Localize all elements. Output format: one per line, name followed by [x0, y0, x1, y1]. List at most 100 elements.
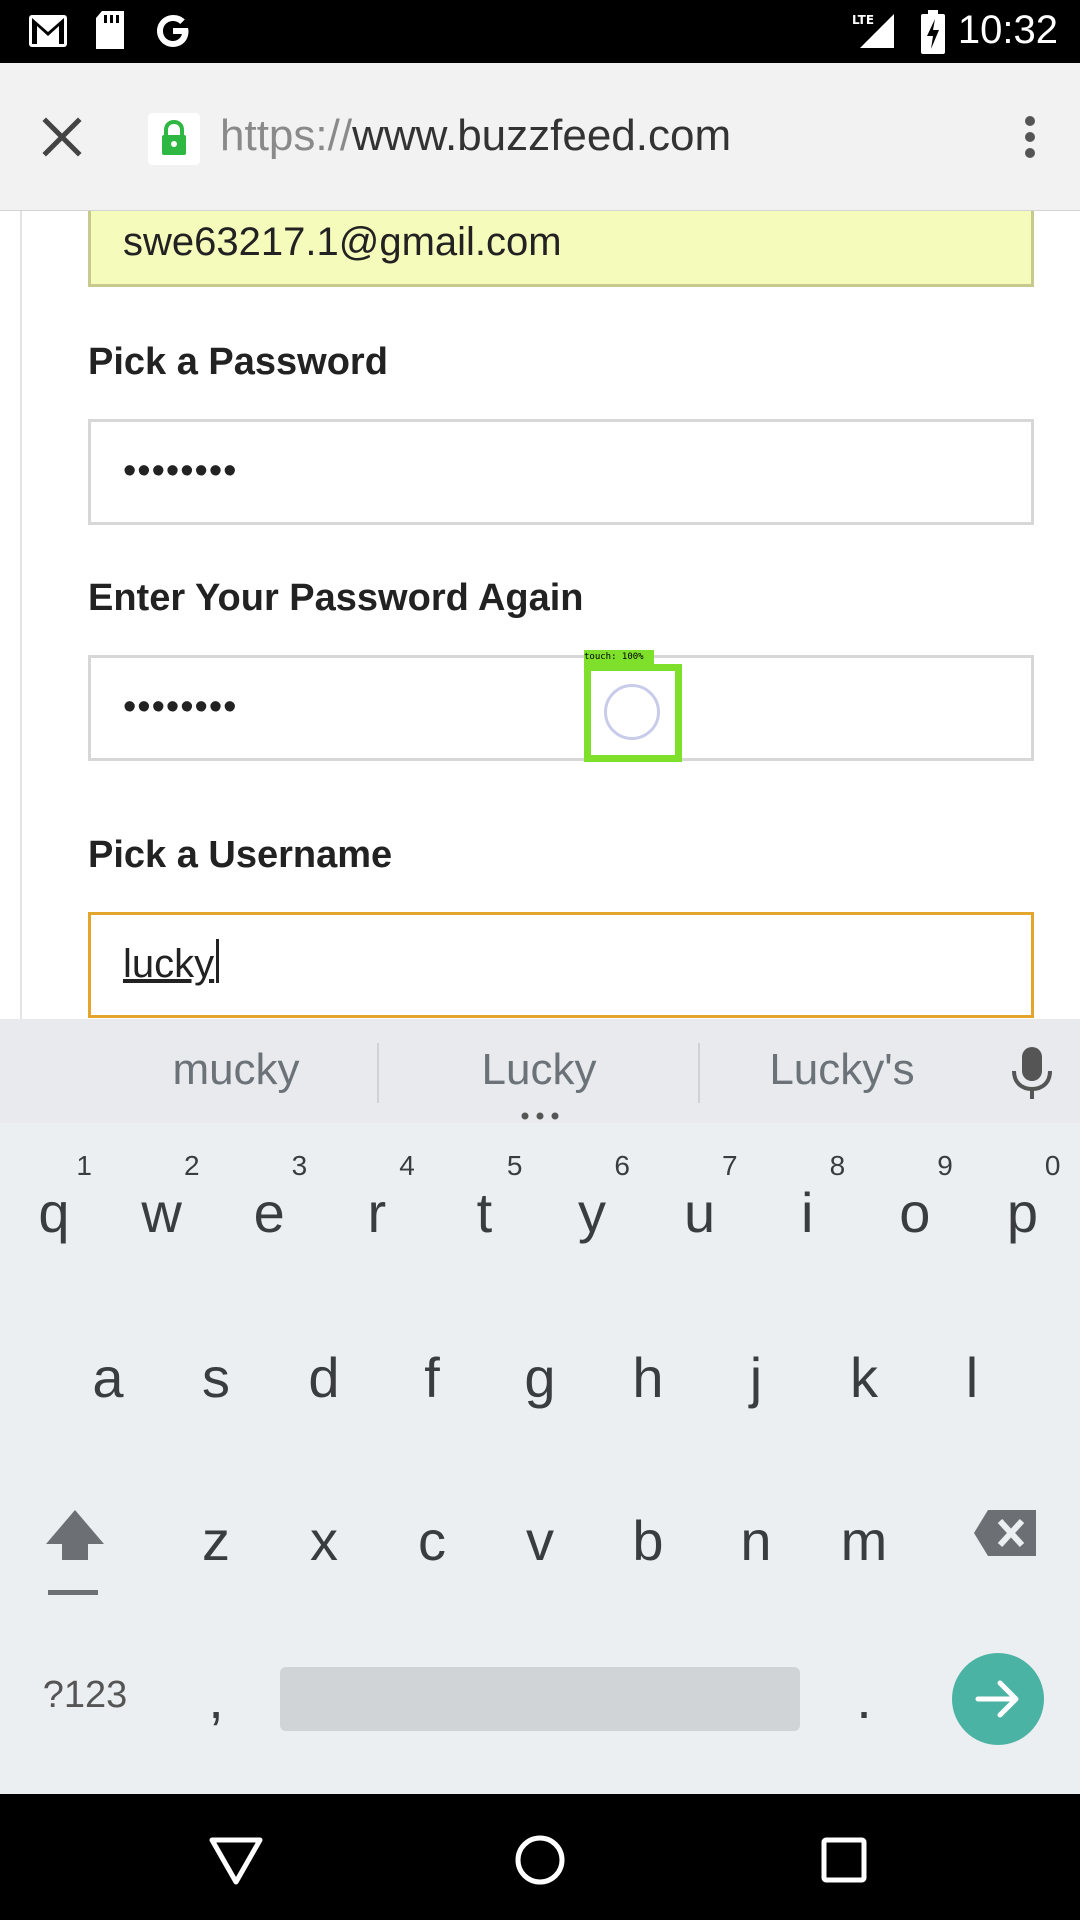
key-hint-number: 5 [506, 1150, 523, 1181]
key-hint-number: 3 [291, 1150, 308, 1181]
key-letter: l [965, 1346, 979, 1409]
gmail-icon [29, 15, 67, 47]
key-letter: a [92, 1346, 124, 1409]
close-icon[interactable] [40, 115, 84, 159]
key-y[interactable]: 6y [542, 1140, 642, 1290]
username-value: lucky [123, 939, 220, 987]
url-host: www.buzzfeed.com [352, 111, 732, 160]
key-k[interactable]: k [814, 1305, 914, 1455]
key-letter: c [418, 1509, 446, 1572]
home-icon[interactable] [510, 1830, 570, 1890]
key-g[interactable]: g [490, 1305, 590, 1455]
key-letter: h [632, 1346, 664, 1409]
key-d[interactable]: d [274, 1305, 374, 1455]
suggestion-3[interactable]: Lucky's [692, 1045, 992, 1095]
key-p[interactable]: 0p [972, 1140, 1072, 1290]
key-n[interactable]: n [706, 1468, 806, 1618]
comma-key[interactable]: , [166, 1626, 266, 1776]
microphone-icon[interactable] [1008, 1045, 1056, 1101]
key-m[interactable]: m [814, 1468, 914, 1618]
touch-indicator-circle [604, 684, 660, 740]
secure-connection-badge[interactable] [148, 113, 200, 165]
key-letter: x [310, 1509, 338, 1572]
email-field[interactable]: swe63217.1@gmail.com [88, 211, 1034, 287]
google-icon [157, 15, 189, 47]
username-field[interactable]: lucky [88, 912, 1034, 1018]
key-b[interactable]: b [598, 1468, 698, 1618]
password-again-label: Enter Your Password Again [88, 577, 584, 619]
key-hint-number: 9 [937, 1150, 953, 1181]
key-e[interactable]: 3e [219, 1140, 319, 1290]
key-u[interactable]: 7u [650, 1140, 750, 1290]
key-letter: b [632, 1509, 664, 1572]
key-t[interactable]: 5t [434, 1140, 534, 1290]
key-a[interactable]: a [58, 1305, 158, 1455]
recents-icon[interactable] [814, 1830, 874, 1890]
period-key[interactable]: . [814, 1626, 914, 1776]
key-letter: q [38, 1181, 70, 1244]
key-letter: i [800, 1181, 814, 1244]
password-value: •••••••• [123, 450, 238, 492]
key-letter: g [524, 1346, 556, 1409]
key-letter: r [367, 1181, 387, 1244]
key-hint-number: 6 [614, 1150, 630, 1181]
url-bar[interactable]: https://www.buzzfeed.com [220, 111, 731, 161]
key-hint-number: 2 [184, 1150, 200, 1181]
url-scheme: https:// [220, 111, 353, 160]
key-i[interactable]: 8i [757, 1140, 857, 1290]
key-z[interactable]: z [166, 1468, 266, 1618]
touch-indicator-label: touch: 100% [584, 650, 654, 664]
key-h[interactable]: h [598, 1305, 698, 1455]
key-w[interactable]: 2w [112, 1140, 212, 1290]
key-letter: f [424, 1346, 440, 1409]
battery-charging-icon [921, 10, 945, 54]
suggestion-1[interactable]: mucky [86, 1045, 386, 1095]
key-letter: m [840, 1509, 888, 1572]
password-label: Pick a Password [88, 341, 388, 383]
navigation-bar [0, 1794, 1080, 1920]
key-letter: e [253, 1181, 285, 1244]
suggestion-2[interactable]: Lucky [389, 1045, 689, 1095]
key-o[interactable]: 9o [865, 1140, 965, 1290]
key-letter: k [850, 1346, 878, 1409]
key-letter: y [578, 1181, 606, 1244]
lock-icon [162, 119, 186, 155]
email-value: swe63217.1@gmail.com [123, 220, 562, 264]
key-q[interactable]: 1q [4, 1140, 104, 1290]
more-vert-icon[interactable] [1006, 113, 1054, 161]
key-letter: j [749, 1346, 763, 1409]
key-l[interactable]: l [922, 1305, 1022, 1455]
username-text: lucky [123, 942, 215, 986]
more-suggestions-icon[interactable] [520, 1111, 560, 1121]
key-hint-number: 7 [722, 1150, 738, 1181]
key-letter: v [526, 1509, 554, 1572]
key-hint-number: 8 [829, 1150, 846, 1181]
go-button[interactable] [952, 1653, 1044, 1745]
backspace-key[interactable] [972, 1508, 1038, 1558]
password-again-field[interactable]: •••••••• [88, 655, 1034, 761]
password-again-value: •••••••• [123, 686, 238, 728]
key-letter: w [141, 1181, 182, 1244]
key-j[interactable]: j [706, 1305, 806, 1455]
password-field[interactable]: •••••••• [88, 419, 1034, 525]
key-x[interactable]: x [274, 1468, 374, 1618]
symbols-key[interactable]: ?123 [30, 1626, 140, 1776]
key-letter: s [202, 1346, 230, 1409]
signup-form: swe63217.1@gmail.com Pick a Password •••… [20, 211, 1080, 1019]
status-bar: LTE 10:32 [0, 0, 1080, 63]
key-letter: u [684, 1181, 716, 1244]
text-caret [216, 939, 220, 983]
arrow-forward-icon [975, 1680, 1019, 1718]
key-v[interactable]: v [490, 1468, 590, 1618]
key-c[interactable]: c [382, 1468, 482, 1618]
key-r[interactable]: 4r [327, 1140, 427, 1290]
key-f[interactable]: f [382, 1305, 482, 1455]
key-s[interactable]: s [166, 1305, 266, 1455]
space-key[interactable] [280, 1667, 800, 1731]
shift-key[interactable] [42, 1506, 108, 1596]
key-hint-number: 4 [399, 1150, 415, 1181]
key-letter: n [740, 1509, 772, 1572]
suggestion-divider [377, 1043, 379, 1103]
back-icon[interactable] [206, 1830, 266, 1890]
key-letter: o [899, 1181, 931, 1244]
